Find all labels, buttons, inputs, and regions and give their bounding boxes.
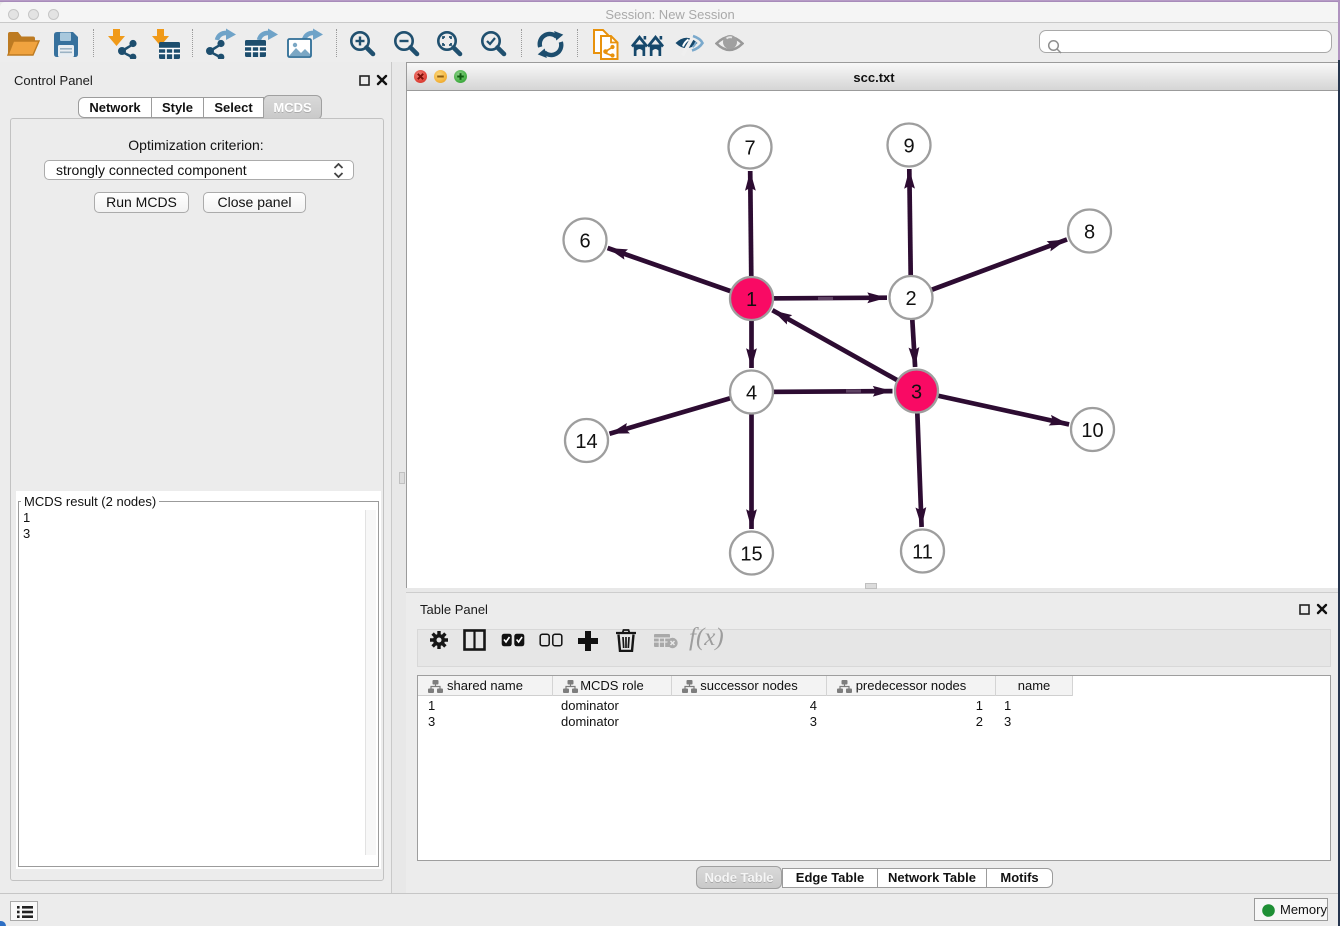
svg-text:10: 10 bbox=[1081, 420, 1103, 442]
svg-text:3: 3 bbox=[911, 382, 922, 404]
svg-text:11: 11 bbox=[912, 542, 933, 564]
svg-text:7: 7 bbox=[744, 138, 755, 160]
svg-text:15: 15 bbox=[740, 544, 762, 566]
svg-text:4: 4 bbox=[746, 383, 757, 405]
svg-text:1: 1 bbox=[746, 289, 757, 311]
svg-text:9: 9 bbox=[903, 136, 914, 158]
svg-text:6: 6 bbox=[579, 231, 590, 253]
svg-text:14: 14 bbox=[575, 431, 597, 453]
svg-text:2: 2 bbox=[905, 288, 916, 310]
svg-text:8: 8 bbox=[1084, 222, 1095, 244]
